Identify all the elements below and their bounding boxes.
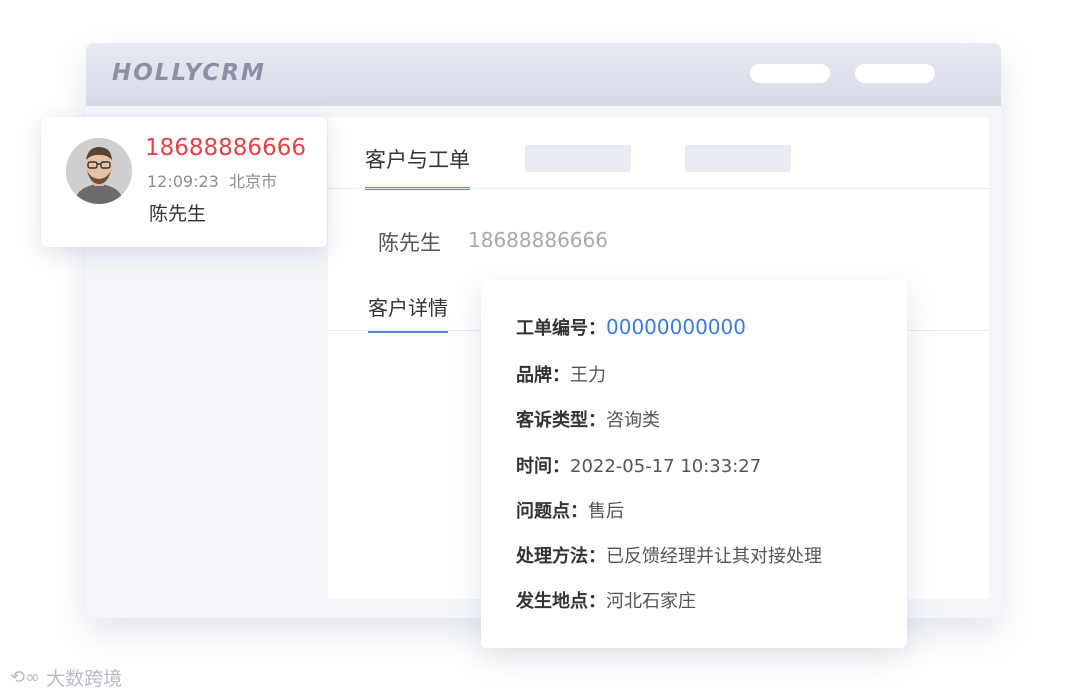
caller-city: 北京市 <box>229 172 278 191</box>
order-row-number: 工单编号：00000000000 <box>516 314 746 340</box>
order-row-handling: 处理方法：已反馈经理并让其对接处理 <box>516 542 822 568</box>
tab-placeholder[interactable] <box>525 145 631 172</box>
divider <box>328 188 989 189</box>
tab-placeholder[interactable] <box>685 145 791 172</box>
title-bar: HOLLYCRM <box>86 43 1001 106</box>
order-row-complaint-type: 客诉类型：咨询类 <box>516 406 660 432</box>
watermark-text: 大数跨境 <box>46 668 123 690</box>
app-logo: HOLLYCRM <box>112 60 266 86</box>
order-row-brand: 品牌：王力 <box>516 361 606 387</box>
titlebar-button-placeholder[interactable] <box>750 64 830 83</box>
caller-meta: 12:09:23 北京市 <box>147 168 277 192</box>
tab-customer-and-orders[interactable]: 客户与工单 <box>365 144 470 190</box>
handling-label: 处理方法： <box>516 546 606 567</box>
caller-name: 陈先生 <box>149 203 207 225</box>
complaint-type-value: 咨询类 <box>606 410 660 431</box>
location-label: 发生地点： <box>516 591 606 612</box>
issue-value: 售后 <box>588 501 624 522</box>
time-label: 时间： <box>516 456 570 477</box>
order-number-link[interactable]: 00000000000 <box>606 315 746 339</box>
order-row-location: 发生地点：河北石家庄 <box>516 587 696 613</box>
watermark: ⟲∞ 大数跨境 <box>10 664 122 691</box>
order-row-issue: 问题点：售后 <box>516 497 624 523</box>
watermark-logo-icon: ⟲∞ <box>10 667 41 688</box>
call-time: 12:09:23 <box>147 172 219 191</box>
order-number-label: 工单编号： <box>516 318 606 339</box>
location-value: 河北石家庄 <box>606 591 696 612</box>
avatar <box>66 138 132 204</box>
order-row-time: 时间：2022-05-17 10:33:27 <box>516 452 761 478</box>
caller-phone: 18688886666 <box>145 135 306 161</box>
issue-label: 问题点： <box>516 501 588 522</box>
incoming-caller-card[interactable]: 18688886666 12:09:23 北京市 陈先生 <box>41 117 327 247</box>
complaint-type-label: 客诉类型： <box>516 410 606 431</box>
handling-value: 已反馈经理并让其对接处理 <box>606 546 822 567</box>
tab-customer-details[interactable]: 客户详情 <box>368 292 448 333</box>
work-order-popup: 工单编号：00000000000 品牌：王力 客诉类型：咨询类 时间：2022-… <box>481 280 907 648</box>
brand-value: 王力 <box>570 365 606 386</box>
time-value: 2022-05-17 10:33:27 <box>570 456 762 477</box>
brand-label: 品牌： <box>516 365 570 386</box>
titlebar-button-placeholder[interactable] <box>855 64 935 83</box>
customer-phone: 18688886666 <box>468 228 608 252</box>
customer-name: 陈先生 <box>378 231 441 255</box>
